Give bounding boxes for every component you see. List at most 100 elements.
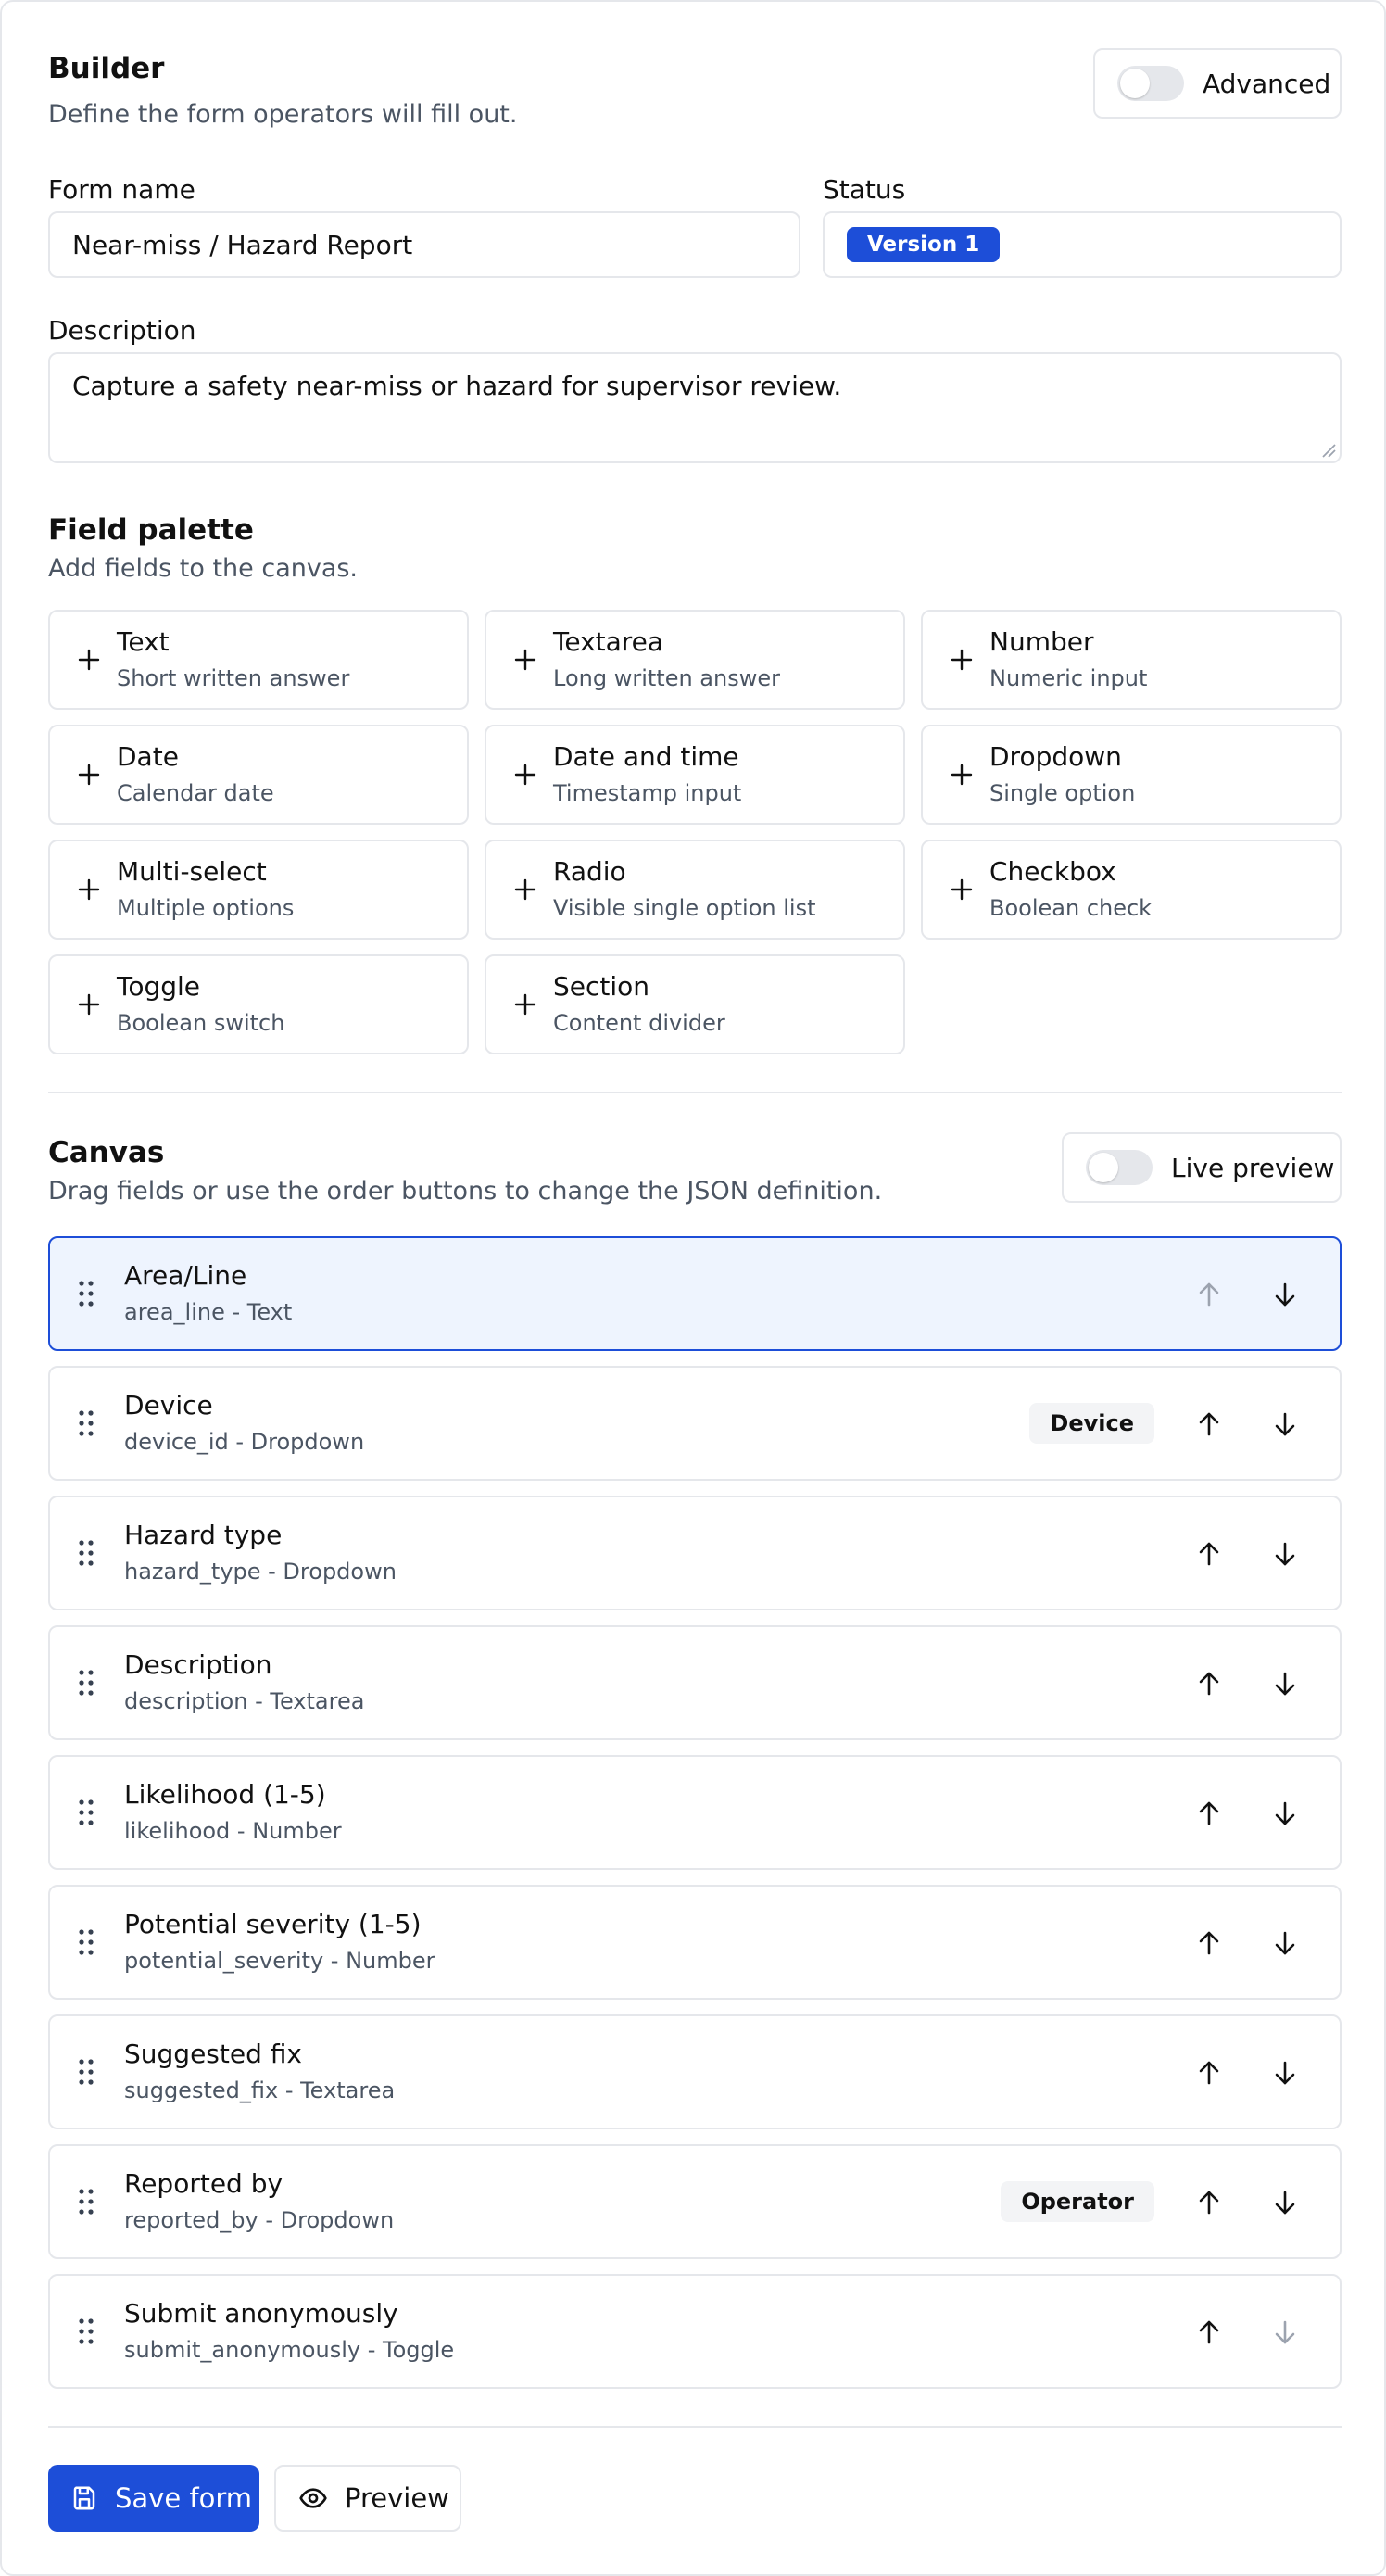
live-preview-toggle-label: Live preview <box>1171 1152 1335 1183</box>
palette-item-subtitle: Boolean check <box>989 895 1153 921</box>
palette-item-dropdown[interactable]: Dropdown Single option <box>921 725 1342 825</box>
canvas-field-row[interactable]: Potential severity (1-5) potential_severi… <box>48 1885 1342 2000</box>
builder-title: Builder <box>48 52 165 85</box>
plus-icon <box>78 764 100 786</box>
palette-item-number[interactable]: Number Numeric input <box>921 610 1342 710</box>
palette-item-subtitle: Boolean switch <box>117 1010 285 1036</box>
canvas-field-row[interactable]: Likelihood (1-5) likelihood - Number <box>48 1755 1342 1870</box>
move-up-icon[interactable] <box>1193 1668 1225 1699</box>
palette-item-checkbox[interactable]: Checkbox Boolean check <box>921 840 1342 940</box>
move-down-icon[interactable] <box>1269 1798 1301 1829</box>
move-up-icon[interactable] <box>1193 1927 1225 1959</box>
preview-label: Preview <box>345 2482 449 2514</box>
move-up-icon[interactable] <box>1193 1798 1225 1829</box>
palette-item-title: Date and time <box>553 741 739 772</box>
field-meta: likelihood - Number <box>124 1818 342 1844</box>
palette-item-section[interactable]: Section Content divider <box>485 954 905 1054</box>
form-name-input[interactable]: Near-miss / Hazard Report <box>48 211 800 278</box>
field-meta: area_line - Text <box>124 1299 293 1325</box>
drag-handle-icon[interactable] <box>78 1280 94 1307</box>
move-down-icon[interactable] <box>1269 1538 1301 1570</box>
footer-divider <box>48 2426 1342 2428</box>
field-meta: potential_severity - Number <box>124 1948 435 1974</box>
palette-item-title: Dropdown <box>989 741 1122 772</box>
advanced-toggle-label: Advanced <box>1203 68 1331 99</box>
palette-item-multi-select[interactable]: Multi-select Multiple options <box>48 840 469 940</box>
canvas-field-row[interactable]: Area/Line area_line - Text <box>48 1236 1342 1351</box>
canvas-field-row[interactable]: Submit anonymously submit_anonymously - T… <box>48 2274 1342 2389</box>
palette-item-subtitle: Calendar date <box>117 780 274 806</box>
palette-item-toggle[interactable]: Toggle Boolean switch <box>48 954 469 1054</box>
canvas-field-row[interactable]: Device device_id - Dropdown Device <box>48 1366 1342 1481</box>
status-label: Status <box>823 174 906 205</box>
palette-item-subtitle: Multiple options <box>117 895 295 921</box>
drag-handle-icon[interactable] <box>78 1409 94 1437</box>
palette-item-radio[interactable]: Radio Visible single option list <box>485 840 905 940</box>
move-down-icon[interactable] <box>1269 2317 1301 2348</box>
palette-item-title: Textarea <box>553 626 664 657</box>
palette-item-date-and-time[interactable]: Date and time Timestamp input <box>485 725 905 825</box>
save-form-label: Save form <box>115 2482 253 2514</box>
resize-grip-icon[interactable] <box>1319 441 1336 458</box>
move-up-icon[interactable] <box>1193 1279 1225 1310</box>
canvas-field-row[interactable]: Hazard type hazard_type - Dropdown <box>48 1496 1342 1610</box>
plus-icon <box>78 878 100 901</box>
field-meta: suggested_fix - Textarea <box>124 2077 396 2103</box>
field-label: Suggested fix <box>124 2039 302 2069</box>
preview-button[interactable]: Preview <box>274 2465 461 2532</box>
field-meta: description - Textarea <box>124 1688 365 1714</box>
drag-handle-icon[interactable] <box>78 2058 94 2086</box>
drag-handle-icon[interactable] <box>78 1669 94 1697</box>
builder-subtitle: Define the form operators will fill out. <box>48 100 518 129</box>
description-label: Description <box>48 315 196 346</box>
move-down-icon[interactable] <box>1269 1668 1301 1699</box>
palette-item-date[interactable]: Date Calendar date <box>48 725 469 825</box>
live-preview-switch[interactable] <box>1086 1150 1153 1185</box>
move-up-icon[interactable] <box>1193 2057 1225 2089</box>
move-down-icon[interactable] <box>1269 2187 1301 2218</box>
description-textarea[interactable]: Capture a safety near-miss or hazard for… <box>48 352 1342 463</box>
advanced-switch[interactable] <box>1117 66 1184 101</box>
save-form-button[interactable]: Save form <box>48 2465 259 2532</box>
move-up-icon[interactable] <box>1193 1408 1225 1440</box>
palette-subtitle: Add fields to the canvas. <box>48 554 359 583</box>
move-down-icon[interactable] <box>1269 2057 1301 2089</box>
eye-icon <box>299 2488 327 2508</box>
canvas-field-row[interactable]: Reported by reported_by - Dropdown Operato… <box>48 2144 1342 2259</box>
canvas-title: Canvas <box>48 1136 165 1169</box>
advanced-toggle[interactable]: Advanced <box>1093 48 1342 119</box>
plus-icon <box>514 993 536 1016</box>
live-preview-toggle[interactable]: Live preview <box>1062 1132 1342 1203</box>
field-meta: submit_anonymously - Toggle <box>124 2337 455 2363</box>
move-down-icon[interactable] <box>1269 1927 1301 1959</box>
plus-icon <box>78 993 100 1016</box>
move-down-icon[interactable] <box>1269 1279 1301 1310</box>
move-up-icon[interactable] <box>1193 2317 1225 2348</box>
palette-item-subtitle: Timestamp input <box>553 780 742 806</box>
save-icon <box>73 2486 95 2510</box>
move-down-icon[interactable] <box>1269 1408 1301 1440</box>
canvas-field-row[interactable]: Suggested fix suggested_fix - Textarea <box>48 2014 1342 2129</box>
canvas-field-row[interactable]: Description description - Textarea <box>48 1625 1342 1740</box>
drag-handle-icon[interactable] <box>78 2317 94 2345</box>
palette-title: Field palette <box>48 513 254 547</box>
form-builder-card: Builder Define the form operators will f… <box>0 0 1386 2576</box>
field-meta: reported_by - Dropdown <box>124 2207 395 2233</box>
palette-item-title: Checkbox <box>989 856 1116 887</box>
palette-item-subtitle: Long written answer <box>553 665 780 691</box>
drag-handle-icon[interactable] <box>78 1928 94 1956</box>
field-label: Potential severity (1-5) <box>124 1909 422 1939</box>
move-up-icon[interactable] <box>1193 1538 1225 1570</box>
drag-handle-icon[interactable] <box>78 1799 94 1826</box>
palette-item-text[interactable]: Text Short written answer <box>48 610 469 710</box>
move-up-icon[interactable] <box>1193 2187 1225 2218</box>
field-label: Submit anonymously <box>124 2298 398 2329</box>
drag-handle-icon[interactable] <box>78 2188 94 2216</box>
palette-item-title: Number <box>989 626 1094 657</box>
palette-item-subtitle: Content divider <box>553 1010 725 1036</box>
plus-icon <box>951 649 973 671</box>
palette-item-textarea[interactable]: Textarea Long written answer <box>485 610 905 710</box>
plus-icon <box>514 649 536 671</box>
drag-handle-icon[interactable] <box>78 1539 94 1567</box>
section-divider <box>48 1092 1342 1093</box>
